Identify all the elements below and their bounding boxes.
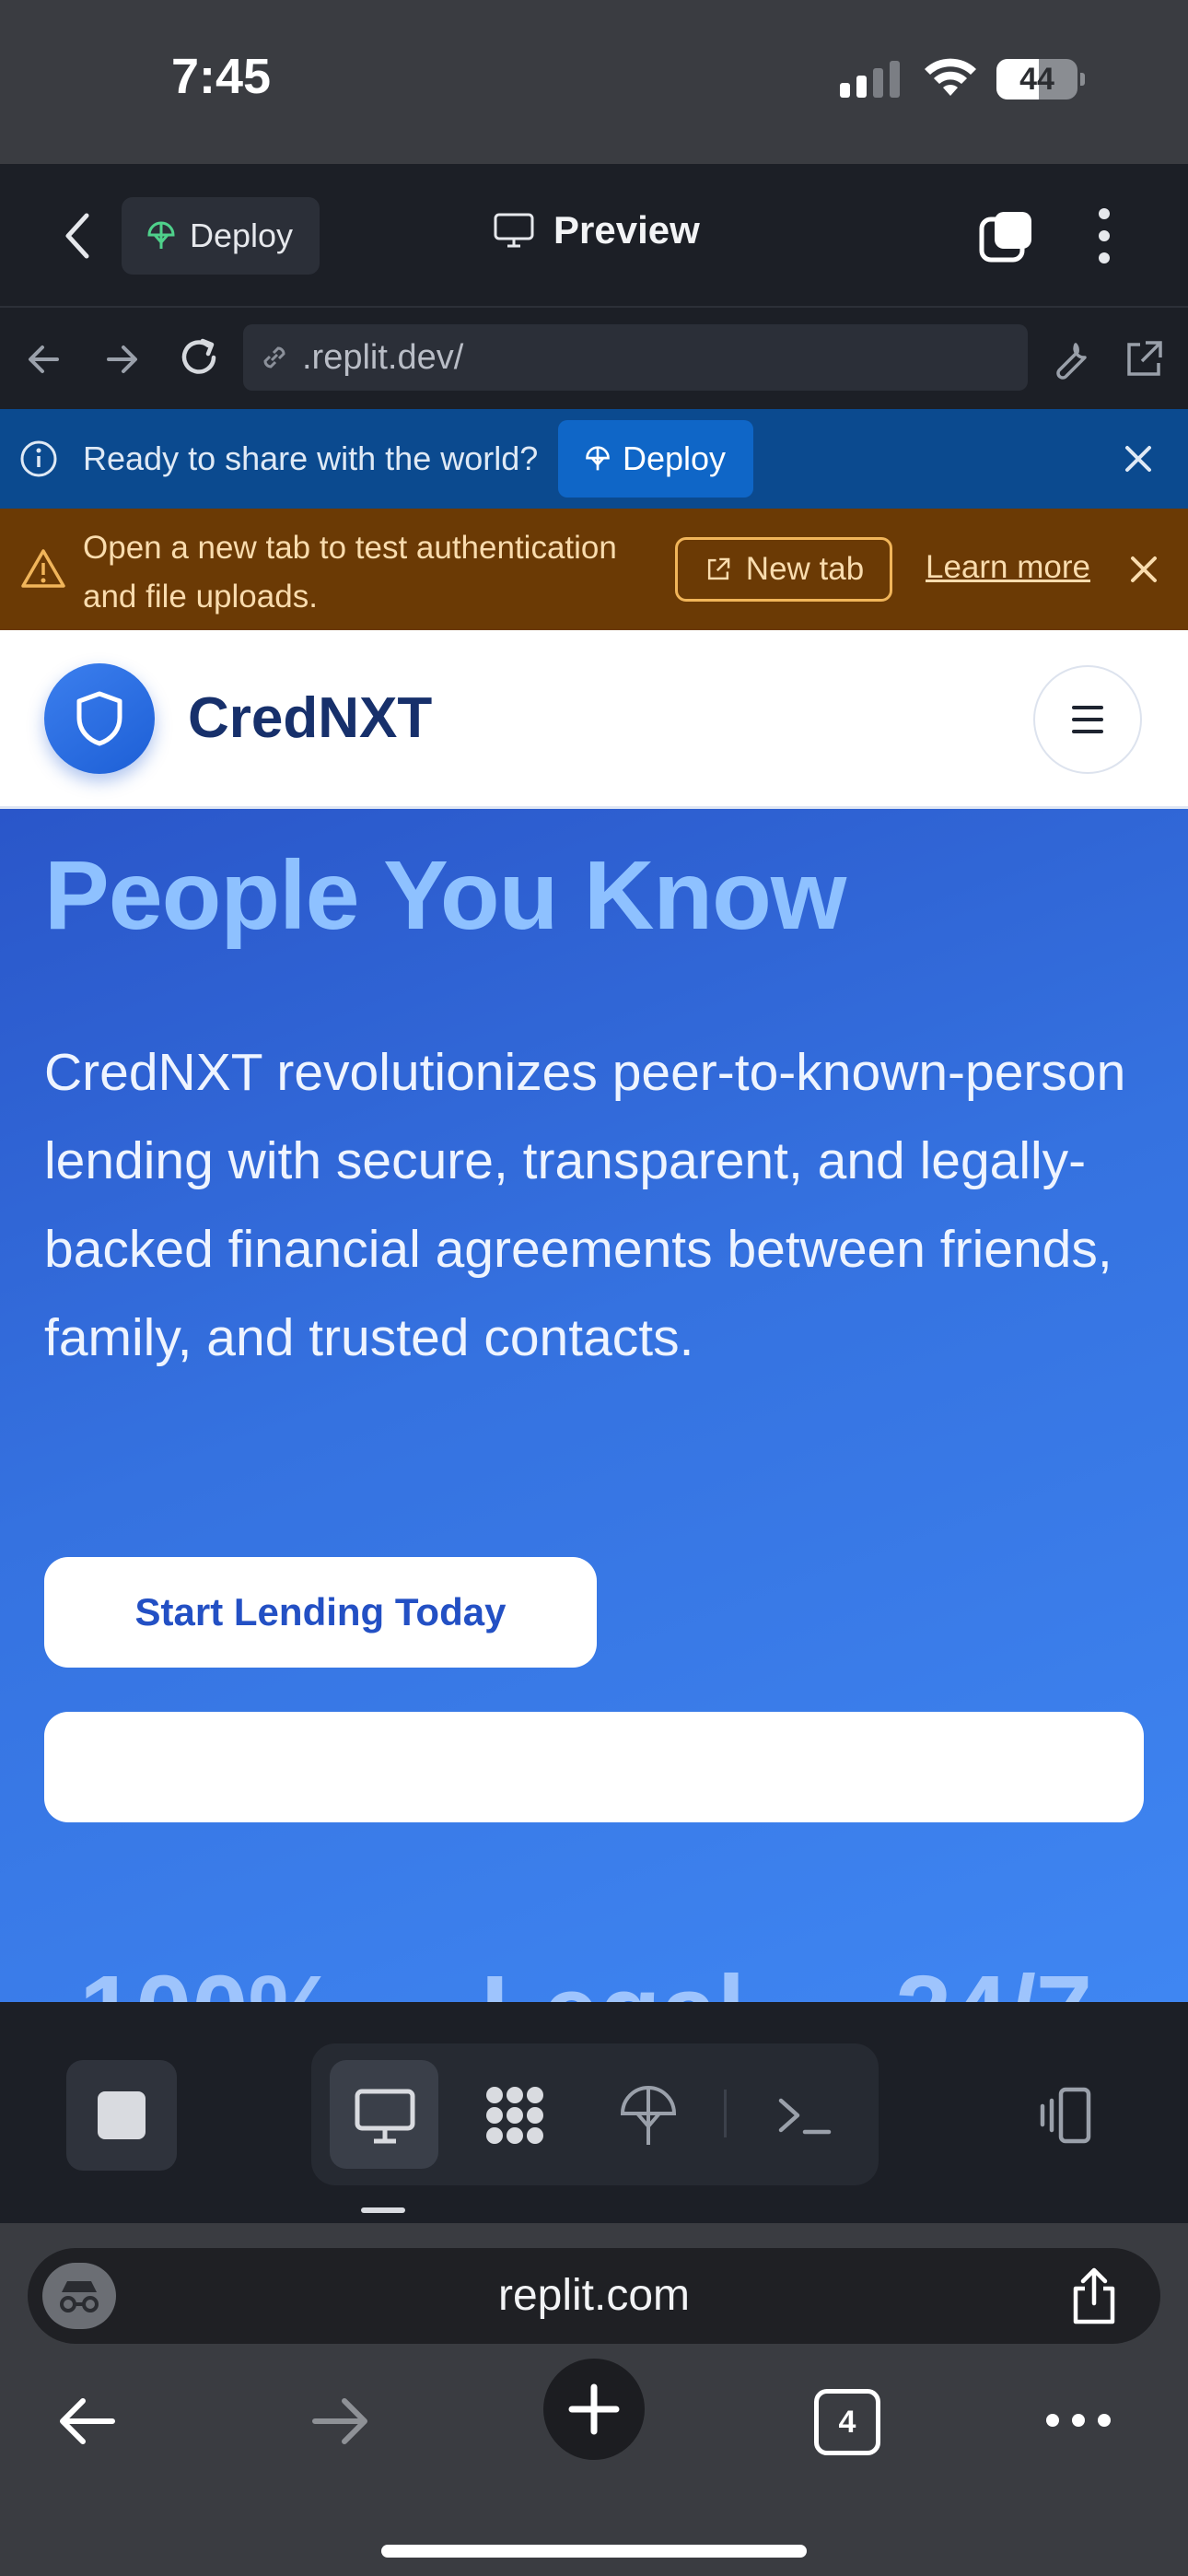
open-external-icon [707, 557, 730, 580]
more-options-icon[interactable] [1092, 208, 1116, 263]
share-icon[interactable] [1066, 2266, 1122, 2327]
link-icon [263, 346, 285, 369]
close-icon[interactable] [1125, 551, 1162, 588]
stat-value: 24/7 [895, 1953, 1092, 2002]
terminal-icon[interactable] [768, 2078, 842, 2152]
hero-description: CredNXT revolutionizes peer-to-known-per… [44, 1043, 1126, 1367]
apps-grid-icon[interactable] [478, 2078, 552, 2152]
status-time: 7:45 [171, 49, 272, 104]
divider [724, 2090, 727, 2137]
new-tab-button[interactable]: New tab [675, 537, 892, 602]
deploy-label: Deploy [190, 217, 294, 254]
home-indicator [381, 2545, 807, 2558]
auth-warning-message: Open a new tab to test authentication an… [83, 530, 617, 615]
device-rotate-icon[interactable] [1030, 2078, 1103, 2152]
browser-forward-icon[interactable] [306, 2386, 376, 2456]
deploy-button[interactable]: Deploy [122, 197, 320, 275]
new-tab-label: New tab [745, 551, 865, 587]
url-field[interactable]: .replit.dev/ [243, 324, 1028, 391]
close-icon[interactable] [1120, 440, 1157, 477]
more-icon[interactable] [1046, 2414, 1111, 2427]
window-tabs-icon[interactable] [978, 208, 1035, 265]
back-arrow-icon[interactable] [20, 335, 68, 383]
deploy-icon[interactable] [611, 2078, 685, 2152]
banner-deploy-button[interactable]: Deploy [558, 420, 753, 498]
hero-section [0, 809, 1188, 2002]
deploy-banner-message: Ready to share with the world? [83, 439, 539, 477]
site-header [0, 630, 1188, 809]
wifi-icon [925, 58, 976, 96]
drawer-handle[interactable] [361, 2207, 405, 2213]
wrench-icon[interactable] [1048, 335, 1096, 383]
stat-value: 100% [79, 1953, 338, 2002]
stats-row: 100% Legal 24/7 [0, 1898, 1188, 2002]
hero-title: People You Know [44, 841, 846, 950]
url-text: .replit.dev/ [302, 337, 464, 377]
learn-more-link[interactable]: Learn more [926, 549, 1090, 586]
info-icon [20, 440, 57, 477]
warning-icon [21, 549, 65, 588]
preview-label: Preview [553, 208, 700, 252]
stop-button[interactable] [66, 2060, 177, 2171]
stat-value: Legal [481, 1953, 745, 2002]
battery-icon: 44 [996, 59, 1085, 100]
open-external-icon[interactable] [1120, 335, 1168, 383]
monitor-icon [355, 2089, 415, 2144]
secondary-cta-button[interactable] [44, 1712, 1144, 1822]
deploy-icon [586, 446, 610, 471]
stop-icon [98, 2091, 146, 2139]
forward-arrow-icon[interactable] [98, 335, 146, 383]
tab-count: 4 [838, 2404, 856, 2440]
deploy-icon [147, 221, 175, 249]
cellular-signal-icon [840, 61, 900, 98]
battery-level: 44 [1019, 61, 1054, 97]
logo[interactable] [44, 663, 155, 774]
plus-icon [568, 2383, 620, 2435]
new-tab-plus-button[interactable] [543, 2359, 645, 2460]
shield-icon [76, 691, 122, 746]
preview-title: Preview [493, 208, 700, 252]
tabs-button[interactable]: 4 [814, 2389, 880, 2455]
monitor-icon [494, 213, 534, 248]
reload-icon[interactable] [175, 334, 223, 381]
back-chevron-icon[interactable] [57, 208, 98, 263]
start-lending-label: Start Lending Today [134, 1590, 507, 1633]
banner-deploy-label: Deploy [623, 439, 727, 477]
brand-name[interactable]: CredNXT [188, 685, 432, 751]
hamburger-menu-button[interactable] [1033, 665, 1142, 774]
browser-back-icon[interactable] [52, 2386, 122, 2456]
browser-address-text: replit.com [497, 2271, 691, 2320]
start-lending-button[interactable]: Start Lending Today [44, 1557, 597, 1668]
